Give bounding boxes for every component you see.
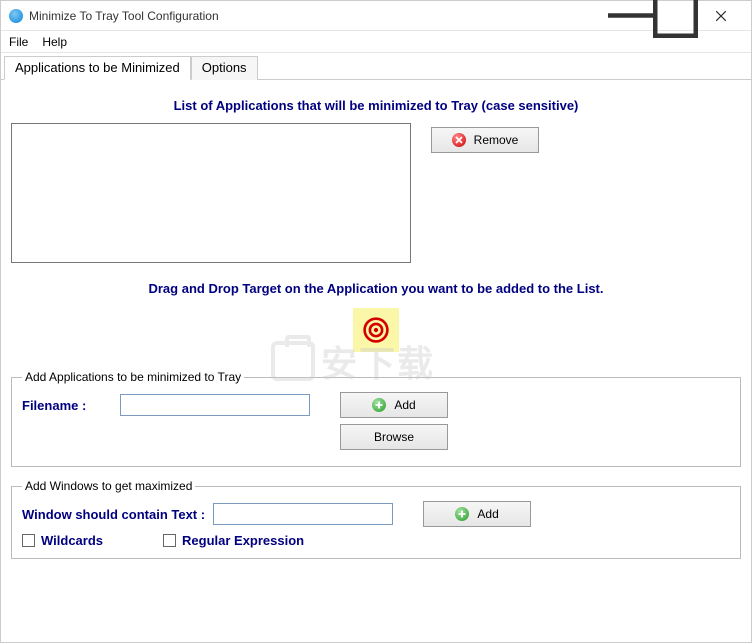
window-title: Minimize To Tray Tool Configuration [29, 9, 608, 23]
wildcards-checkbox[interactable]: Wildcards [22, 533, 103, 548]
add-window-button-label: Add [477, 507, 498, 521]
maximize-button[interactable] [653, 1, 698, 31]
browse-button-label: Browse [374, 430, 414, 444]
tab-strip: Applications to be Minimized Options [1, 55, 751, 80]
remove-button-label: Remove [474, 133, 519, 147]
window-controls [608, 1, 743, 31]
wildcards-label: Wildcards [41, 533, 103, 548]
remove-icon [452, 133, 466, 147]
tab-content: List of Applications that will be minimi… [1, 80, 751, 559]
window-text-label: Window should contain Text : [22, 507, 205, 522]
checkbox-icon [163, 534, 176, 547]
list-heading: List of Applications that will be minimi… [11, 98, 741, 113]
menu-file[interactable]: File [9, 35, 28, 49]
tab-options[interactable]: Options [191, 56, 258, 80]
window-text-input[interactable] [213, 503, 393, 525]
minimize-button[interactable] [608, 1, 653, 31]
target-icon [362, 316, 390, 344]
applications-listbox[interactable] [11, 123, 411, 263]
close-button[interactable] [698, 1, 743, 31]
filename-input[interactable] [120, 394, 310, 416]
menu-help[interactable]: Help [42, 35, 67, 49]
titlebar: Minimize To Tray Tool Configuration [1, 1, 751, 31]
add-windows-legend: Add Windows to get maximized [22, 479, 195, 493]
regex-checkbox[interactable]: Regular Expression [163, 533, 304, 548]
browse-button[interactable]: Browse [340, 424, 448, 450]
add-icon [455, 507, 469, 521]
app-icon [9, 9, 23, 23]
add-button-label: Add [394, 398, 415, 412]
drag-target[interactable] [353, 308, 399, 352]
add-icon [372, 398, 386, 412]
checkbox-icon [22, 534, 35, 547]
remove-button[interactable]: Remove [431, 127, 539, 153]
regex-label: Regular Expression [182, 533, 304, 548]
drag-instruction: Drag and Drop Target on the Application … [11, 281, 741, 296]
add-application-button[interactable]: Add [340, 392, 448, 418]
add-windows-group: Add Windows to get maximized Window shou… [11, 479, 741, 559]
add-applications-group: Add Applications to be minimized to Tray… [11, 370, 741, 467]
filename-label: Filename : [22, 398, 112, 413]
add-applications-legend: Add Applications to be minimized to Tray [22, 370, 244, 384]
tab-applications[interactable]: Applications to be Minimized [4, 56, 191, 80]
add-window-button[interactable]: Add [423, 501, 531, 527]
